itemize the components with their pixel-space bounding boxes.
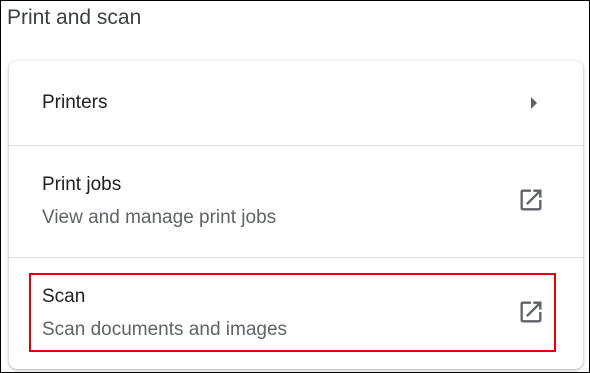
- print-and-scan-card: Printers Print jobs View and manage prin…: [9, 61, 583, 369]
- printers-row[interactable]: Printers: [9, 61, 583, 145]
- open-in-new-icon[interactable]: [517, 186, 545, 214]
- print-jobs-label: Print jobs: [42, 174, 122, 195]
- printers-label: Printers: [42, 92, 108, 113]
- settings-page: Print and scan Printers Print jobs View …: [0, 0, 590, 373]
- arrow-right-icon: [531, 97, 537, 109]
- scan-row[interactable]: Scan Scan documents and images: [9, 257, 583, 369]
- section-title: Print and scan: [7, 6, 142, 29]
- print-jobs-row[interactable]: Print jobs View and manage print jobs: [9, 145, 583, 257]
- scan-sublabel: Scan documents and images: [42, 319, 288, 340]
- scan-label: Scan: [42, 286, 86, 307]
- open-in-new-icon[interactable]: [517, 298, 545, 326]
- print-jobs-sublabel: View and manage print jobs: [42, 207, 277, 228]
